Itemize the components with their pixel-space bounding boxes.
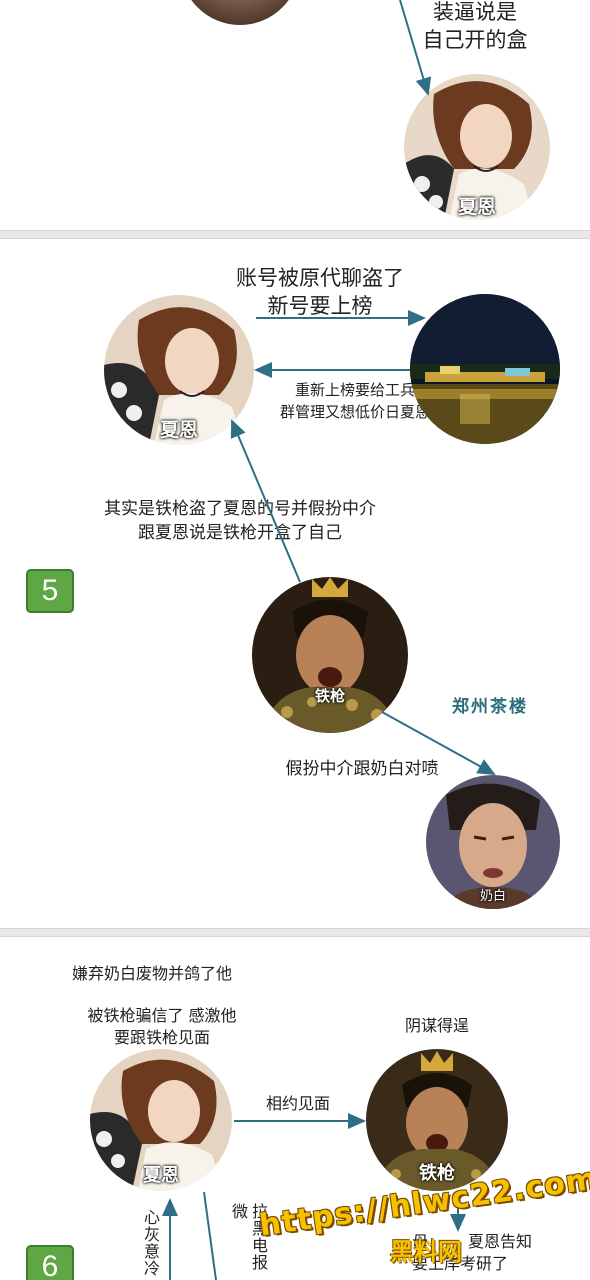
arrow-top-to-xiaen <box>399 0 432 96</box>
arrow-tieqiang-to-xiaen <box>230 419 301 583</box>
watermark-site: 黑料网 <box>390 1238 462 1266</box>
arrow-tieqiang-to-naibai <box>381 711 496 775</box>
relationship-arrows <box>162 0 496 1280</box>
arrow-right-down <box>203 1191 217 1280</box>
